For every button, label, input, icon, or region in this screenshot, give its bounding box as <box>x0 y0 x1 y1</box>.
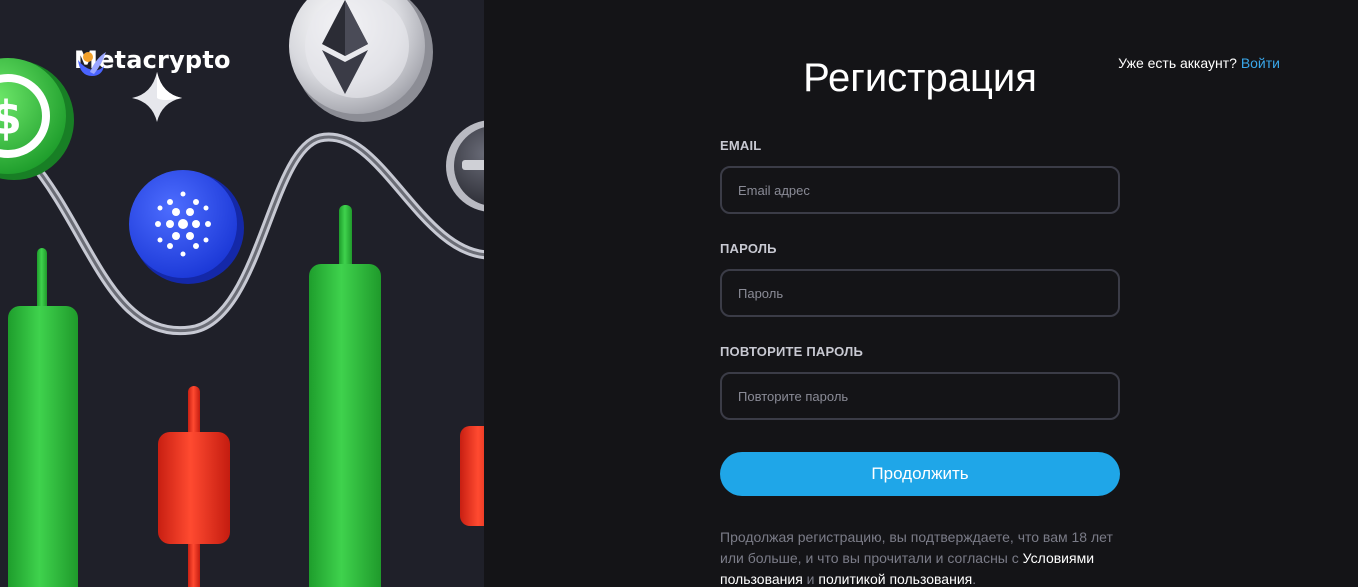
terms-end: . <box>972 571 977 587</box>
crypto-chart-illustration: $ <box>0 0 484 587</box>
hero-illustration: $ Metacrypto <box>0 0 484 587</box>
candle-green-left <box>8 248 78 587</box>
repeat-password-field[interactable] <box>720 372 1120 420</box>
terms-notice: Продолжая регистрацию, вы подтверждаете,… <box>720 527 1120 587</box>
metacrypto-logo-icon <box>78 52 106 76</box>
login-link[interactable]: Войти <box>1241 55 1280 71</box>
candle-red-right <box>460 426 484 526</box>
password-field[interactable] <box>720 269 1120 317</box>
svg-text:$: $ <box>0 91 22 145</box>
continue-button[interactable]: Продолжить <box>720 452 1120 496</box>
candle-green-right <box>309 205 381 587</box>
policy-link[interactable]: политикой пользования <box>818 571 972 587</box>
repeat-password-label: ПОВТОРИТЕ ПАРОЛЬ <box>720 344 864 359</box>
login-hint: Уже есть аккаунт? Войти <box>1118 55 1280 71</box>
usdc-coin-icon: $ <box>0 58 74 180</box>
have-account-text: Уже есть аккаунт? <box>1118 55 1237 71</box>
email-field[interactable] <box>720 166 1120 214</box>
sparkle-star-icon <box>132 72 182 122</box>
email-label: EMAIL <box>720 138 762 153</box>
cardano-coin-icon <box>129 170 244 284</box>
terms-and: и <box>806 571 815 587</box>
brand[interactable]: Metacrypto <box>74 46 231 76</box>
dark-coin-icon <box>446 120 484 212</box>
page-title: Регистрация <box>803 56 1037 100</box>
registration-panel: Уже есть аккаунт? Войти Регистрация EMAI… <box>484 0 1358 587</box>
candle-red-middle <box>158 386 230 587</box>
password-label: ПАРОЛЬ <box>720 241 777 256</box>
ethereum-coin-icon <box>289 0 433 122</box>
